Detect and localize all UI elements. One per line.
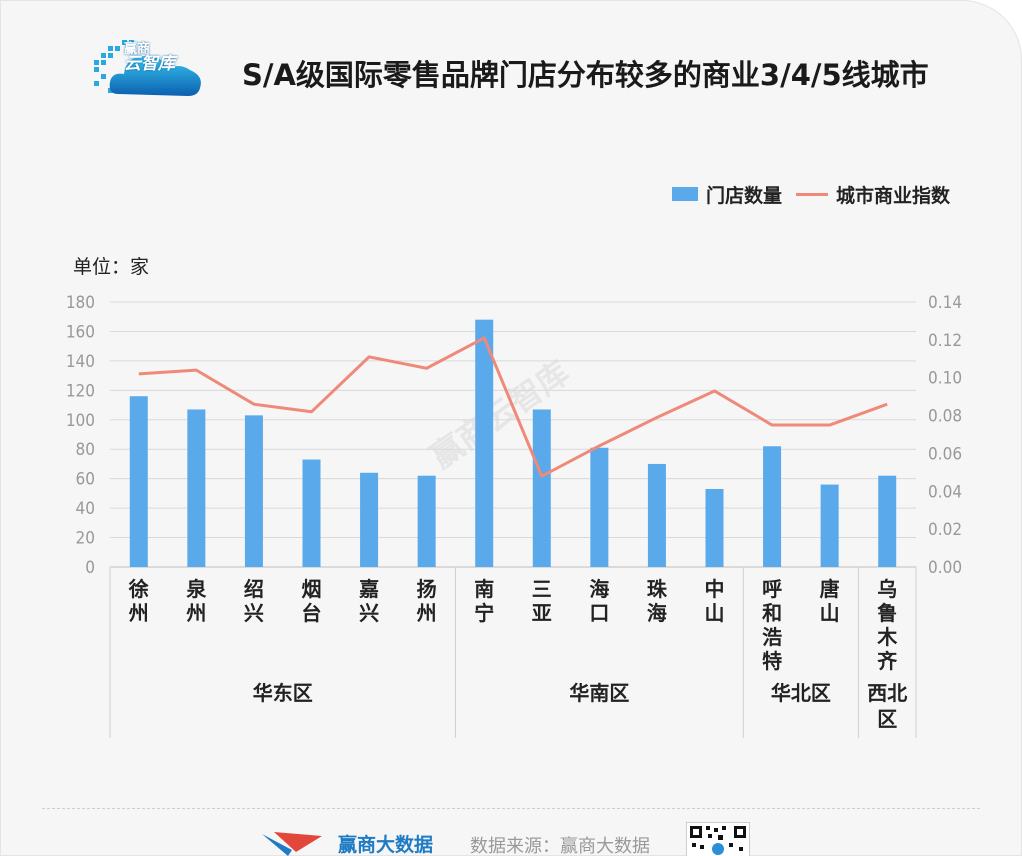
brand-name: 赢商大数据 [338,833,434,856]
category-label: 珠海 [647,577,668,625]
bar [129,396,148,567]
y-left-tick-label: 180 [66,293,95,313]
data-source: 数据来源：赢商大数据 [470,836,650,856]
plot-area: 0 20 40 60 80 100 120 140 160 180 0.00 0.02 0.04 0.06… [66,293,962,738]
y-right-tick-label: 0.04 [928,482,962,502]
category-label: 中山 [705,577,725,625]
qr-code-icon [686,822,750,856]
y-left-tick-label: 120 [66,381,95,401]
region-label: 华东区 [253,681,313,705]
y-right-tick-label: 0.06 [928,444,962,464]
bar [532,409,551,567]
region-label: 华南区 [569,681,629,705]
category-label: 南宁 [474,577,494,625]
category-label: 泉州 [185,577,207,625]
y-left-tick-label: 80 [76,440,95,460]
category-label: 呼和浩特 [762,577,782,673]
y-right-tick-label: 0.10 [928,369,962,389]
y-left-tick-label: 140 [66,352,95,372]
category-label: 乌鲁木齐 [876,577,898,673]
category-label: 三亚 [532,577,552,625]
y-left-tick-label: 60 [76,470,95,490]
bar [417,475,436,567]
y-left-tick-label: 100 [66,411,95,431]
category-label: 扬州 [417,577,437,625]
bar [878,475,897,567]
bar [590,447,609,567]
footer-divider [42,808,980,809]
bar [763,446,782,567]
y-right-tick-label: 0.02 [928,520,962,540]
y-right-tick-label: 0.12 [928,331,962,351]
bar [360,472,379,567]
category-label: 唐山 [820,577,840,625]
category-label: 海口 [589,577,609,625]
bar [187,409,206,567]
y-left-tick-label: 160 [66,322,95,342]
y-left-tick-label: 20 [76,529,95,549]
chart-card: 赢商 云智库 S/A级国际零售品牌门店分布较多的商业3/4/5线城市 门店数量 … [0,0,1022,856]
y-left-tick-label: 0 [85,558,95,578]
category-label: 绍兴 [244,577,264,625]
brand-logo-icon [262,832,322,856]
bar [647,463,666,567]
bar [302,459,321,567]
bar [820,484,839,567]
category-label: 嘉兴 [358,577,379,625]
y-right-tick-label: 0.08 [928,407,962,427]
category-label: 徐州 [128,577,149,625]
y-left-tick-label: 40 [76,499,95,519]
region-label: 华北区 [771,681,831,705]
bar [244,415,263,567]
footer-brand: 赢商大数据 [262,830,433,856]
y-right-tick-label: 0.00 [928,558,962,578]
bar [705,488,724,567]
category-label: 烟台 [302,577,322,625]
y-right-tick-label: 0.14 [928,293,962,313]
region-label: 西北区 [867,681,907,731]
